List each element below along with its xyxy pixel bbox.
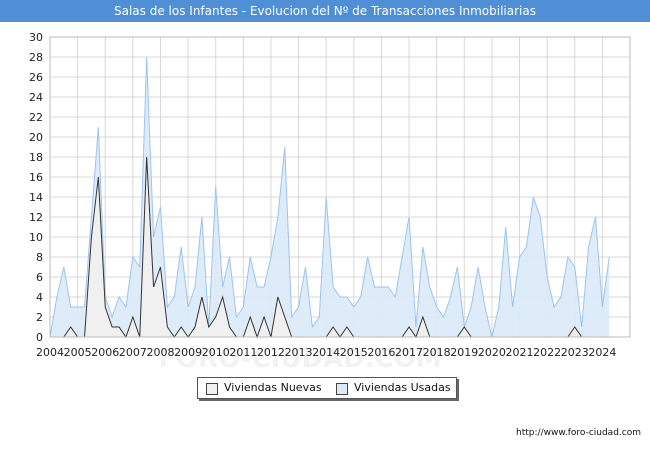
legend-label-nuevas: Viviendas Nuevas [224, 381, 322, 394]
x-tick-label: 2014 [312, 346, 340, 359]
x-tick-label: 2015 [340, 346, 368, 359]
legend-swatch-usadas [336, 383, 348, 395]
x-tick-label: 2012 [257, 346, 285, 359]
legend-swatch-nuevas [206, 383, 218, 395]
y-tick-label: 8 [36, 251, 43, 264]
x-tick-label: 2005 [64, 346, 92, 359]
x-tick-label: 2010 [202, 346, 230, 359]
y-tick-label: 30 [29, 31, 43, 44]
x-tick-label: 2013 [285, 346, 313, 359]
x-tick-label: 2021 [506, 346, 534, 359]
x-tick-label: 2018 [423, 346, 451, 359]
x-tick-label: 2008 [146, 346, 174, 359]
x-tick-label: 2006 [91, 346, 119, 359]
x-tick-label: 2016 [367, 346, 395, 359]
y-tick-label: 6 [36, 271, 43, 284]
x-tick-label: 2019 [450, 346, 478, 359]
y-tick-label: 2 [36, 311, 43, 324]
x-tick-label: 2004 [36, 346, 64, 359]
y-tick-label: 12 [29, 211, 43, 224]
x-tick-label: 2020 [478, 346, 506, 359]
x-tick-label: 2011 [229, 346, 257, 359]
y-tick-label: 22 [29, 111, 43, 124]
y-tick-label: 0 [36, 331, 43, 344]
footer-url[interactable]: http://www.foro-ciudad.com [516, 428, 641, 438]
x-tick-label: 2023 [561, 346, 589, 359]
legend: Viviendas Nuevas Viviendas Usadas [197, 377, 457, 399]
y-tick-label: 20 [29, 131, 43, 144]
y-tick-label: 28 [29, 51, 43, 64]
x-tick-label: 2024 [588, 346, 616, 359]
y-tick-label: 10 [29, 231, 43, 244]
y-tick-label: 26 [29, 71, 43, 84]
y-tick-label: 24 [29, 91, 43, 104]
x-tick-label: 2022 [533, 346, 561, 359]
legend-label-usadas: Viviendas Usadas [354, 381, 451, 394]
y-tick-label: 4 [36, 291, 43, 304]
y-tick-label: 16 [29, 171, 43, 184]
x-tick-label: 2009 [174, 346, 202, 359]
x-tick-label: 2017 [395, 346, 423, 359]
y-tick-label: 18 [29, 151, 43, 164]
y-tick-label: 14 [29, 191, 43, 204]
x-tick-label: 2007 [119, 346, 147, 359]
